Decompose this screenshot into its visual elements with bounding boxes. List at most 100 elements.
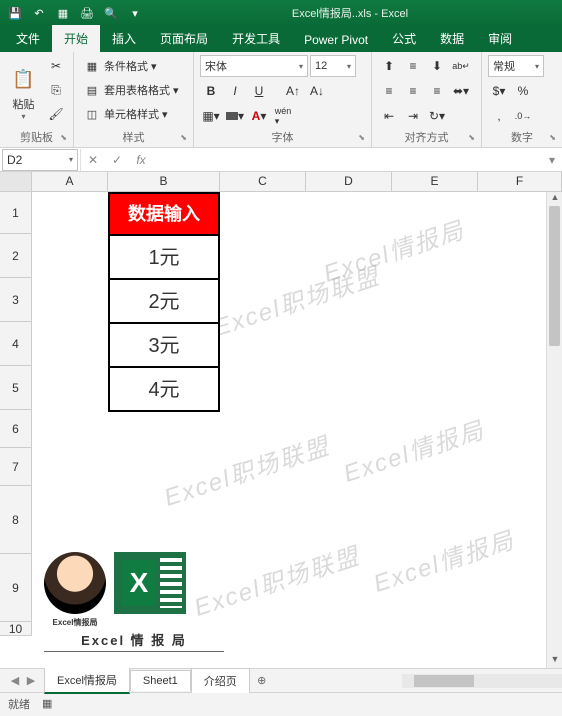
cond-format-icon: ▦ (84, 58, 100, 74)
percent-button[interactable]: % (512, 80, 534, 102)
data-header-cell[interactable]: 数据输入 (110, 194, 218, 234)
format-painter-icon[interactable]: 🖌 (45, 103, 67, 125)
avatar-icon (44, 552, 106, 614)
col-header-C[interactable]: C (220, 172, 306, 191)
border-button[interactable]: ▦▾ (200, 105, 222, 127)
copy-icon[interactable]: ⎘ (45, 79, 67, 101)
expand-formula-icon[interactable]: ▾ (542, 153, 562, 167)
data-cell[interactable]: 4元 (110, 366, 218, 410)
row-header-10[interactable]: 10 (0, 622, 32, 636)
font-size-select[interactable]: 12▾ (310, 55, 356, 77)
brand-image: Excel 情 报 局 (44, 552, 224, 652)
row-header-1[interactable]: 1 (0, 192, 32, 234)
confirm-formula-icon[interactable]: ✓ (105, 153, 129, 167)
undo-icon[interactable]: ↶ (30, 7, 48, 20)
wrap-text-button[interactable]: ab↵ (450, 55, 472, 77)
row-header-3[interactable]: 3 (0, 278, 32, 322)
col-header-A[interactable]: A (32, 172, 108, 191)
decrease-indent-button[interactable]: ⇤ (378, 105, 400, 127)
scroll-thumb[interactable] (549, 206, 560, 346)
align-left-button[interactable]: ≡ (378, 80, 400, 102)
add-sheet-icon[interactable]: ⊕ (250, 674, 274, 687)
fill-color-button[interactable]: ▾ (224, 105, 246, 127)
align-center-button[interactable]: ≡ (402, 80, 424, 102)
conditional-format-button[interactable]: ▦条件格式 ▾ (80, 55, 187, 77)
sheet-tab[interactable]: Sheet1 (130, 670, 191, 691)
number-format-select[interactable]: 常规▾ (488, 55, 544, 77)
print-icon[interactable]: 🖨 (78, 7, 96, 20)
increase-indent-button[interactable]: ⇥ (402, 105, 424, 127)
window-title: Excel情报局..xls - Excel (144, 5, 556, 21)
fx-icon[interactable]: fx (129, 153, 153, 167)
sheet-tab[interactable]: 介绍页 (191, 668, 250, 693)
horizontal-scrollbar[interactable] (402, 674, 562, 688)
row-header-2[interactable]: 2 (0, 234, 32, 278)
row-header-7[interactable]: 7 (0, 448, 32, 486)
comma-button[interactable]: , (488, 105, 510, 127)
grid-icon[interactable]: ▦ (54, 7, 72, 20)
cell-grid[interactable]: 数据输入 1元 2元 3元 4元 Excel 情 报 局 (32, 192, 562, 636)
cell-styles-button[interactable]: ◫单元格样式 ▾ (80, 103, 187, 125)
vertical-scrollbar[interactable]: ▲ ▼ (546, 192, 562, 668)
row-header-4[interactable]: 4 (0, 322, 32, 366)
tab-data[interactable]: 数据 (428, 25, 476, 52)
col-header-B[interactable]: B (108, 172, 220, 191)
col-header-D[interactable]: D (306, 172, 392, 191)
table-format-icon: ▤ (84, 82, 100, 98)
name-box[interactable]: D2▾ (2, 149, 78, 171)
cancel-formula-icon[interactable]: ✕ (81, 153, 105, 167)
col-header-E[interactable]: E (392, 172, 478, 191)
macro-record-icon[interactable]: ▦ (42, 697, 52, 710)
paste-button[interactable]: 📋 粘贴 ▾ (6, 55, 41, 131)
data-table: 数据输入 1元 2元 3元 4元 (108, 192, 220, 412)
sheet-nav-prev-icon[interactable]: ◀ (8, 674, 22, 687)
tab-file[interactable]: 文件 (4, 25, 52, 52)
underline-button[interactable]: U (248, 80, 270, 102)
align-right-button[interactable]: ≡ (426, 80, 448, 102)
tab-review[interactable]: 审阅 (476, 25, 524, 52)
merge-button[interactable]: ⬌▾ (450, 80, 472, 102)
font-name-select[interactable]: 宋体▾ (200, 55, 308, 77)
col-header-F[interactable]: F (478, 172, 562, 191)
increase-font-button[interactable]: A↑ (282, 80, 304, 102)
tab-developer[interactable]: 开发工具 (220, 25, 292, 52)
preview-icon[interactable]: 🔍 (102, 7, 120, 20)
qat-more-icon[interactable]: ▾ (126, 7, 144, 20)
group-styles: 样式 (80, 131, 187, 147)
tab-formulas[interactable]: 公式 (380, 25, 428, 52)
data-cell[interactable]: 1元 (110, 234, 218, 278)
row-header-6[interactable]: 6 (0, 410, 32, 448)
italic-button[interactable]: I (224, 80, 246, 102)
orientation-button[interactable]: ↻▾ (426, 105, 448, 127)
select-all-corner[interactable] (0, 172, 32, 191)
sheet-nav-next-icon[interactable]: ▶ (24, 674, 38, 687)
quick-access-toolbar: 💾 ↶ ▦ 🖨 🔍 ▾ (6, 7, 144, 20)
bold-button[interactable]: B (200, 80, 222, 102)
increase-decimal-button[interactable]: .0→ (512, 105, 534, 127)
save-icon[interactable]: 💾 (6, 7, 24, 20)
phonetic-button[interactable]: wén▾ (272, 105, 294, 127)
align-middle-button[interactable]: ≡ (402, 55, 424, 77)
data-cell[interactable]: 2元 (110, 278, 218, 322)
tab-home[interactable]: 开始 (52, 25, 100, 52)
cut-icon[interactable]: ✂ (45, 55, 67, 77)
font-color-button[interactable]: A▾ (248, 105, 270, 127)
formula-input[interactable] (153, 150, 542, 170)
scroll-down-icon[interactable]: ▼ (547, 654, 562, 668)
brand-label: Excel 情 报 局 (44, 630, 224, 652)
table-format-button[interactable]: ▤套用表格格式 ▾ (80, 79, 187, 101)
tab-pagelayout[interactable]: 页面布局 (148, 25, 220, 52)
decrease-font-button[interactable]: A↓ (306, 80, 328, 102)
scroll-up-icon[interactable]: ▲ (547, 192, 562, 206)
row-header-8[interactable]: 8 (0, 486, 32, 554)
align-top-button[interactable]: ⬆ (378, 55, 400, 77)
align-bottom-button[interactable]: ⬇ (426, 55, 448, 77)
data-cell[interactable]: 3元 (110, 322, 218, 366)
column-headers: A B C D E F (0, 172, 562, 192)
row-header-5[interactable]: 5 (0, 366, 32, 410)
tab-insert[interactable]: 插入 (100, 25, 148, 52)
tab-powerpivot[interactable]: Power Pivot (292, 28, 380, 52)
currency-button[interactable]: $▾ (488, 80, 510, 102)
row-header-9[interactable]: 9 (0, 554, 32, 622)
sheet-tab[interactable]: Excel情报局 (44, 667, 130, 694)
